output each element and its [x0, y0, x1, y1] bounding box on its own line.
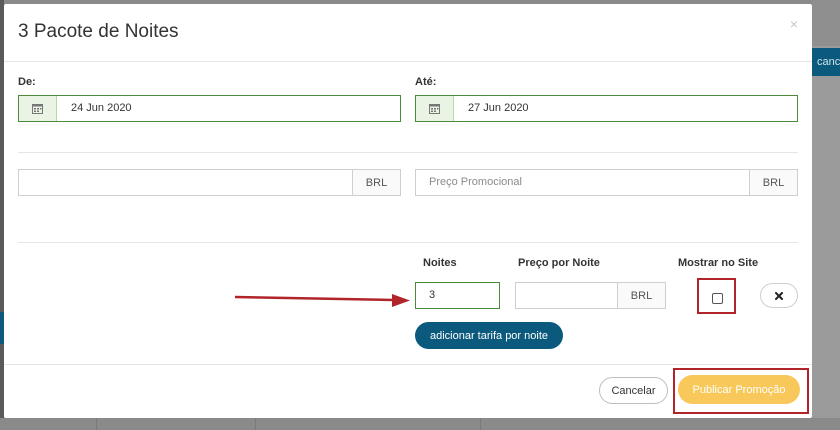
publish-promotion-button[interactable]: Publicar Promoção — [678, 375, 800, 404]
modal-header: 3 Pacote de Noites × — [4, 4, 812, 62]
from-date-value: 24 Jun 2020 — [71, 102, 132, 114]
col-header-show-on-site: Mostrar no Site — [678, 257, 759, 269]
close-icon[interactable]: × — [790, 16, 798, 32]
times-icon — [775, 291, 783, 300]
base-price-field[interactable]: BRL — [18, 169, 401, 196]
calendar-icon[interactable] — [19, 96, 57, 121]
annotation-arrow-icon — [234, 294, 410, 307]
add-nightly-rate-button[interactable]: adicionar tarifa por noite — [415, 322, 563, 349]
to-date-label: Até: — [415, 76, 437, 88]
promo-price-field[interactable]: Preço Promocional BRL — [415, 169, 798, 196]
col-header-price-per-night: Preço por Noite — [518, 257, 600, 269]
backdrop-right-header — [812, 0, 840, 46]
currency-addon: BRL — [617, 283, 665, 308]
base-price-input[interactable] — [19, 170, 352, 195]
cancel-button[interactable]: Cancelar — [599, 377, 668, 404]
footer-divider — [4, 364, 812, 365]
section-divider — [18, 152, 798, 153]
remove-rate-button[interactable] — [760, 283, 798, 308]
show-on-site-checkbox[interactable] — [712, 293, 723, 304]
backdrop-divider — [255, 418, 256, 430]
backdrop-bottom — [0, 418, 840, 430]
price-per-night-field[interactable]: BRL — [515, 282, 666, 309]
modal-title: 3 Pacote de Noites — [18, 21, 179, 42]
checkbox-highlight-annotation — [697, 278, 736, 314]
backdrop-divider — [480, 418, 481, 430]
backdrop-divider — [96, 418, 97, 430]
currency-addon: BRL — [749, 170, 797, 195]
promo-price-input[interactable]: Preço Promocional — [416, 170, 749, 195]
section-divider — [18, 242, 798, 243]
backdrop-cancel-button: canc — [812, 48, 840, 76]
price-per-night-input[interactable] — [516, 283, 617, 308]
currency-addon: BRL — [352, 170, 400, 195]
from-date-field[interactable]: 24 Jun 2020 — [18, 95, 401, 122]
calendar-icon[interactable] — [416, 96, 454, 121]
promotion-modal: 3 Pacote de Noites × De: 24 Jun 2020 Até… — [4, 4, 812, 418]
to-date-value: 27 Jun 2020 — [468, 102, 529, 114]
to-date-field[interactable]: 27 Jun 2020 — [415, 95, 798, 122]
nights-input[interactable]: 3 — [415, 282, 500, 309]
col-header-nights: Noites — [423, 257, 457, 269]
from-date-label: De: — [18, 76, 36, 88]
